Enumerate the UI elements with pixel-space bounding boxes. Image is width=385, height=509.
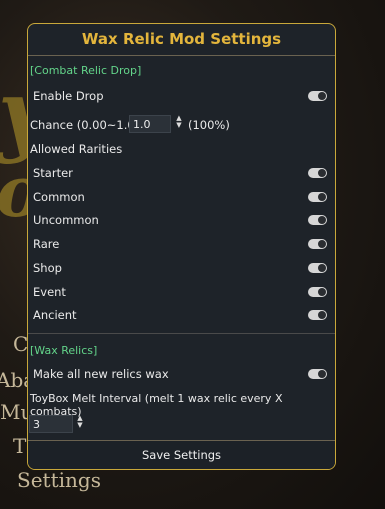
settings-panel: Wax Relic Mod Settings [Combat Relic Dro… — [27, 23, 336, 470]
rarity-toggle[interactable] — [308, 310, 327, 320]
enable-drop-label: Enable Drop — [33, 89, 104, 103]
allowed-rarities-label: Allowed Rarities — [30, 142, 123, 156]
wax-section-label: [Wax Relics] — [30, 344, 98, 357]
rarity-toggle[interactable] — [308, 239, 327, 249]
rarity-toggle[interactable] — [308, 168, 327, 178]
chevron-down-icon[interactable]: ▼ — [176, 122, 181, 129]
chance-percent: (100%) — [188, 118, 230, 132]
chance-input[interactable]: 1.0 — [129, 115, 171, 133]
panel-title: Wax Relic Mod Settings — [28, 24, 335, 56]
chance-stepper[interactable]: ▲ ▼ — [175, 115, 183, 129]
rarity-label: Rare — [33, 237, 60, 251]
rarity-row: Rare — [33, 234, 327, 254]
melt-interval-stepper[interactable]: ▲ ▼ — [76, 415, 84, 429]
rarity-row: Event — [33, 282, 327, 302]
rarity-toggle[interactable] — [308, 287, 327, 297]
enable-drop-row: Enable Drop — [33, 86, 327, 106]
rarity-label: Starter — [33, 166, 73, 180]
make-wax-row: Make all new relics wax — [33, 364, 327, 384]
rarity-label: Uncommon — [33, 213, 99, 227]
bg-menu-item: Settings — [17, 468, 101, 492]
rarity-toggle[interactable] — [308, 192, 327, 202]
rarity-row: Starter — [33, 163, 327, 183]
rarity-label: Shop — [33, 261, 62, 275]
rarity-label: Common — [33, 190, 85, 204]
rarity-label: Ancient — [33, 308, 77, 322]
combat-section-label: [Combat Relic Drop] — [30, 64, 142, 77]
make-wax-label: Make all new relics wax — [33, 367, 169, 381]
make-wax-toggle[interactable] — [308, 369, 327, 379]
section-divider — [28, 333, 335, 334]
rarity-row: Uncommon — [33, 210, 327, 230]
rarity-row: Common — [33, 187, 327, 207]
bg-menu-item: T — [13, 434, 27, 458]
rarity-toggle[interactable] — [308, 263, 327, 273]
rarity-row: Shop — [33, 258, 327, 278]
rarity-label: Event — [33, 285, 66, 299]
save-settings-button[interactable]: Save Settings — [28, 440, 335, 469]
melt-interval-input[interactable]: 3 — [29, 415, 73, 433]
rarity-toggle[interactable] — [308, 215, 327, 225]
rarity-row: Ancient — [33, 305, 327, 325]
chevron-down-icon[interactable]: ▼ — [77, 422, 82, 429]
enable-drop-toggle[interactable] — [308, 91, 327, 101]
